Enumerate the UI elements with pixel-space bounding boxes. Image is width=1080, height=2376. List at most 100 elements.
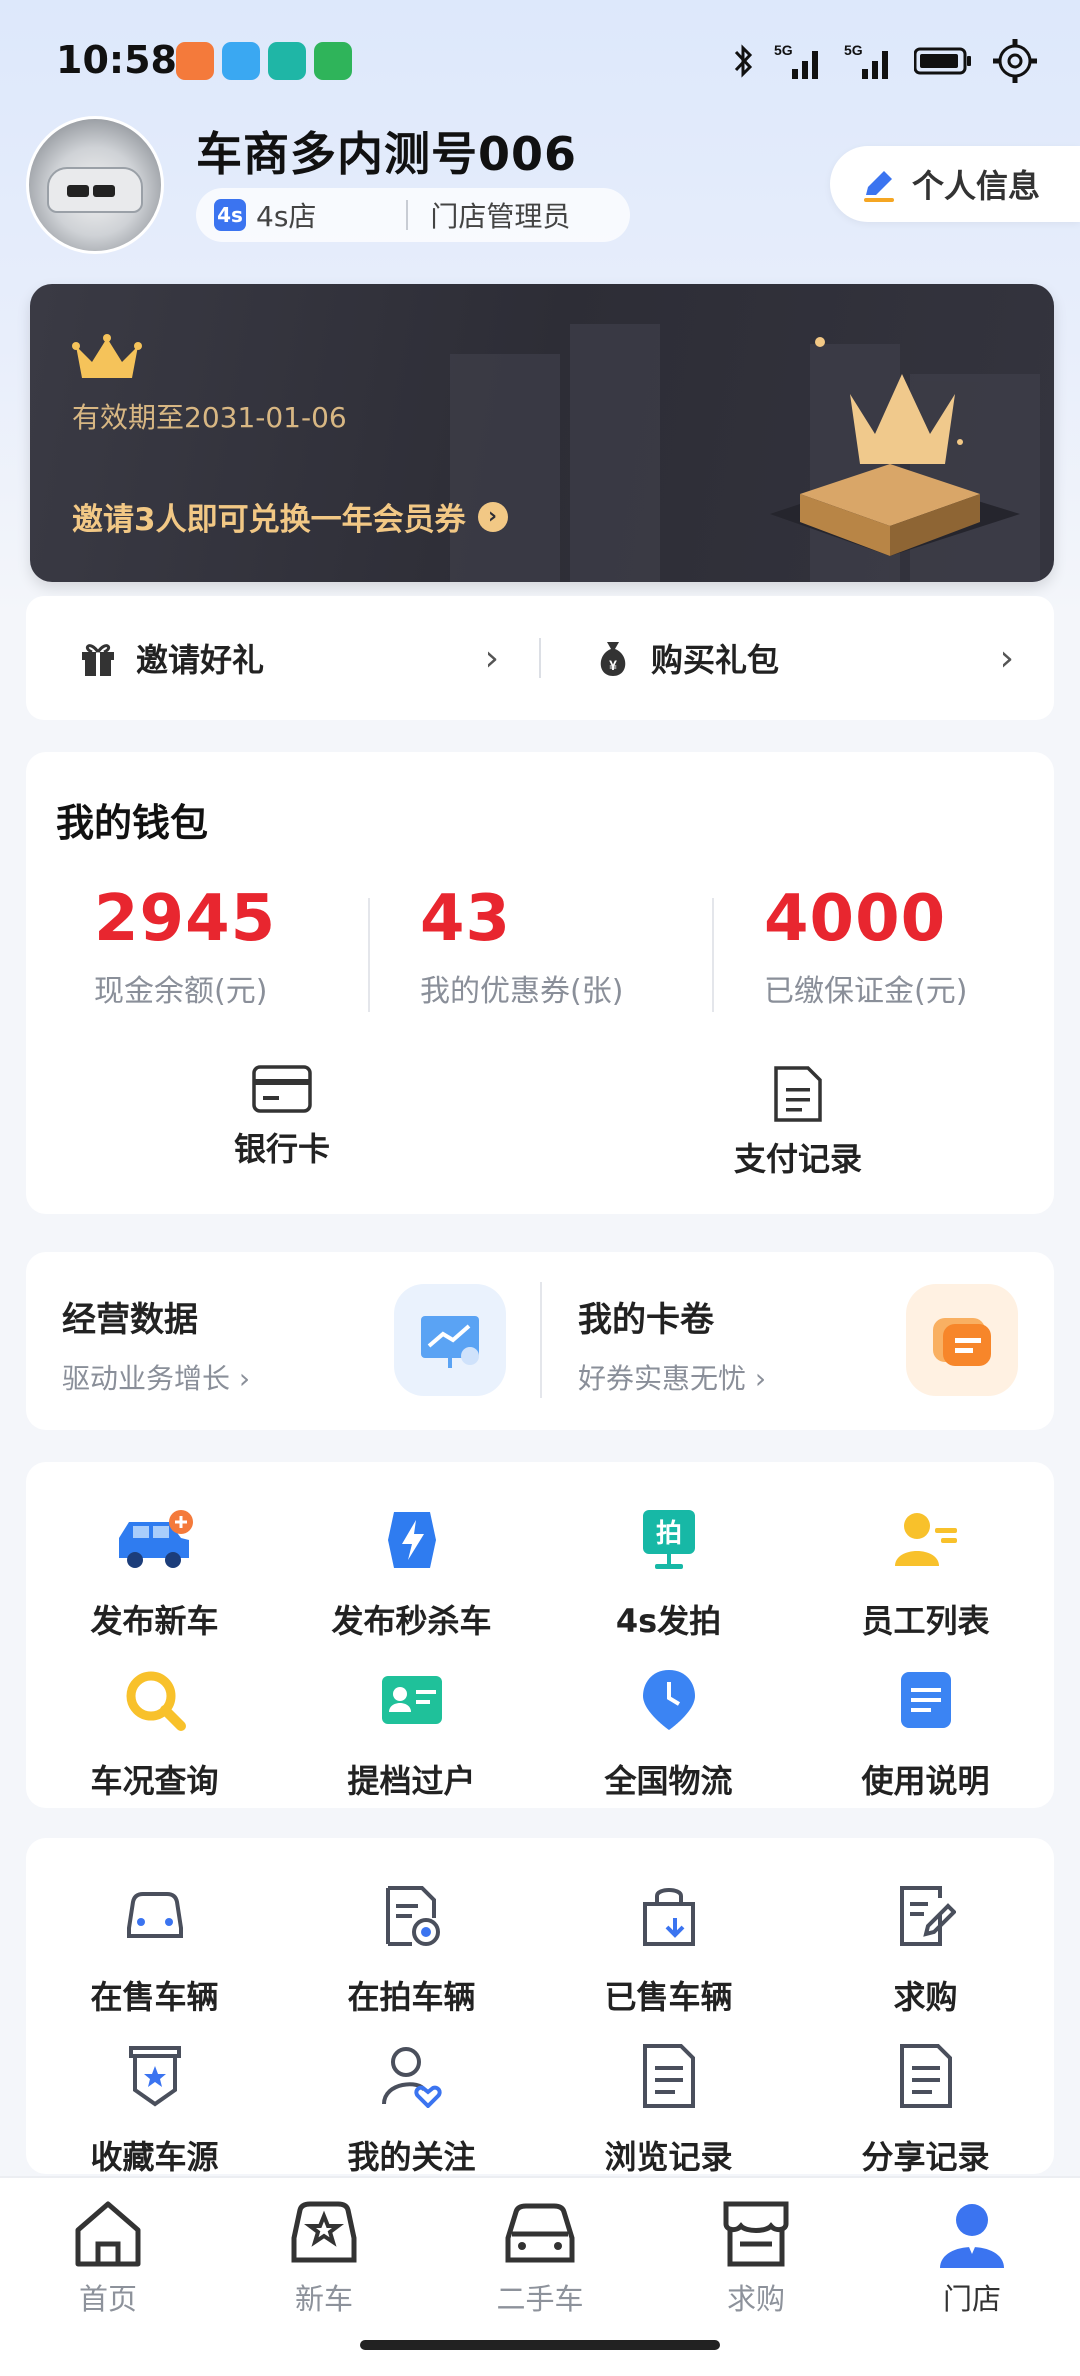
favorite-sources-label: 收藏车源 xyxy=(90,2138,219,2176)
my-coupons-entry[interactable]: 我的卡卷 好券实惠无忧 › xyxy=(578,1292,766,1397)
auction-doc-icon xyxy=(370,1874,454,1958)
chevron-right-icon: › xyxy=(477,501,508,532)
car-front-icon xyxy=(113,1874,197,1958)
settings-gear-icon[interactable] xyxy=(990,36,1040,86)
national-logistics-button[interactable]: 全国物流 xyxy=(540,1658,797,1802)
tab-used-car[interactable]: 二手车 xyxy=(432,2198,648,2318)
staff-list-label: 员工列表 xyxy=(861,1602,990,1640)
svg-text:5G: 5G xyxy=(774,42,793,58)
tab-purchase[interactable]: 求购 xyxy=(648,2198,864,2318)
svg-text:¥: ¥ xyxy=(609,657,617,673)
avatar[interactable] xyxy=(26,116,164,254)
payment-records-label: 支付记录 xyxy=(733,1140,862,1178)
my-coupons-title: 我的卡卷 xyxy=(578,1300,714,1340)
bank-card-icon xyxy=(252,1065,312,1113)
divider xyxy=(540,1282,542,1398)
app-notification-icon xyxy=(222,42,260,80)
publish-new-car-button[interactable]: 发布新车 xyxy=(26,1498,283,1642)
staff-list-button[interactable]: 员工列表 xyxy=(797,1498,1054,1642)
sold-vehicles-button[interactable]: 已售车辆 xyxy=(540,1874,797,2018)
user-role: 门店管理员 xyxy=(430,200,571,233)
my-following-button[interactable]: 我的关注 xyxy=(283,2034,540,2178)
tab-purchase-label: 求购 xyxy=(726,2282,785,2316)
buy-package-entry[interactable]: ¥ 购买礼包 › xyxy=(541,635,1054,681)
svg-text:5G: 5G xyxy=(844,42,863,58)
tab-store-label: 门店 xyxy=(942,2282,1001,2316)
cash-balance-stat[interactable]: 2945 现金余额(元) xyxy=(94,882,414,1010)
tab-home[interactable]: 首页 xyxy=(0,2198,216,2318)
deposit-stat[interactable]: 4000 已缴保证金(元) xyxy=(764,882,1080,1010)
tab-store[interactable]: 门店 xyxy=(864,2198,1080,2318)
coupon-card-icon[interactable] xyxy=(906,1284,1018,1396)
magnifier-icon xyxy=(113,1658,197,1742)
star-badge-icon xyxy=(113,2034,197,2118)
divider xyxy=(406,200,409,230)
vip-invite-link[interactable]: 邀请3人即可兑换一年会员券 › xyxy=(72,494,508,539)
purchase-request-button[interactable]: 求购 xyxy=(797,1874,1054,2018)
auction-vehicles-button[interactable]: 在拍车辆 xyxy=(283,1874,540,2018)
app-notification-icon xyxy=(314,42,352,80)
records-card: 在售车辆 在拍车辆 已售车辆 求购 收藏车源 我的关注 浏览记录 分享记录 xyxy=(26,1838,1054,2176)
payment-records-button[interactable]: 支付记录 xyxy=(698,1064,898,1180)
favorite-sources-button[interactable]: 收藏车源 xyxy=(26,2034,283,2178)
browse-history-button[interactable]: 浏览记录 xyxy=(540,2034,797,2178)
personal-info-label: 个人信息 xyxy=(912,167,1041,205)
signal-5g-icon: 5G xyxy=(774,42,818,79)
4s-auction-button[interactable]: 拍 4s发拍 xyxy=(540,1498,797,1642)
user-guide-button[interactable]: 使用说明 xyxy=(797,1658,1054,1802)
divider xyxy=(368,898,370,1012)
tab-home-label: 首页 xyxy=(78,2282,137,2316)
share-history-label: 分享记录 xyxy=(861,2138,990,2176)
user-icon xyxy=(940,2204,1004,2268)
status-time: 10:58 xyxy=(56,38,177,82)
my-coupons-subtitle: 好券实惠无忧 › xyxy=(578,1362,767,1395)
vehicle-condition-label: 车况查询 xyxy=(90,1762,219,1800)
publish-flash-sale-car-label: 发布秒杀车 xyxy=(331,1602,492,1640)
coupon-count-label: 我的优惠券(张) xyxy=(420,974,624,1009)
cash-balance-value: 2945 xyxy=(94,882,277,956)
tab-new-car[interactable]: 新车 xyxy=(216,2198,432,2318)
status-icons: 5G 5G xyxy=(732,36,1040,86)
tools-card: 发布新车 发布秒杀车 拍 4s发拍 员工列表 车况查询 提档过户 全国物流 使用… xyxy=(26,1462,1054,1808)
car-grill xyxy=(93,185,115,197)
vip-membership-card[interactable]: 有效期至2031-01-06 邀请3人即可兑换一年会员券 › xyxy=(30,284,1054,582)
store-icon xyxy=(723,2201,789,2267)
tab-new-car-label: 新车 xyxy=(294,2282,353,2316)
gift-row: 邀请好礼 › ¥ 购买礼包 › xyxy=(26,596,1054,720)
bank-card-label: 银行卡 xyxy=(233,1130,330,1168)
file-transfer-button[interactable]: 提档过户 xyxy=(283,1658,540,1802)
on-sale-vehicles-button[interactable]: 在售车辆 xyxy=(26,1874,283,2018)
tab-used-car-label: 二手车 xyxy=(496,2282,584,2316)
personal-info-button[interactable]: 个人信息 xyxy=(830,146,1080,222)
list-doc-icon xyxy=(884,2034,968,2118)
edit-pencil-icon xyxy=(864,171,894,202)
cash-balance-label: 现金余额(元) xyxy=(94,974,268,1009)
coupon-count-value: 43 xyxy=(420,882,512,956)
notification-app-icons xyxy=(176,42,352,80)
edit-doc-icon xyxy=(884,1874,968,1958)
business-data-subtitle: 驱动业务增长 › xyxy=(62,1362,251,1395)
vip-invite-text: 邀请3人即可兑换一年会员券 xyxy=(72,502,466,538)
user-heart-icon xyxy=(370,2034,454,2118)
location-pin-icon xyxy=(627,1658,711,1742)
invite-gift-entry[interactable]: 邀请好礼 › xyxy=(26,635,539,681)
chevron-right-icon: › xyxy=(999,637,1014,679)
gift-icon xyxy=(82,644,114,676)
business-data-entry[interactable]: 经营数据 驱动业务增长 › xyxy=(62,1292,250,1397)
role-pill: 4s 4s店 门店管理员 xyxy=(196,188,630,242)
battery-icon xyxy=(914,47,971,75)
new-car-icon xyxy=(291,2201,357,2263)
home-indicator xyxy=(360,2340,720,2350)
sold-vehicles-label: 已售车辆 xyxy=(604,1978,733,2016)
payment-record-icon xyxy=(774,1066,822,1122)
coupon-count-stat[interactable]: 43 我的优惠券(张) xyxy=(420,882,740,1010)
publish-flash-sale-car-button[interactable]: 发布秒杀车 xyxy=(283,1498,540,1642)
share-history-button[interactable]: 分享记录 xyxy=(797,2034,1054,2178)
bank-card-button[interactable]: 银行卡 xyxy=(182,1064,382,1170)
auction-vehicles-label: 在拍车辆 xyxy=(347,1978,476,2016)
vehicle-condition-button[interactable]: 车况查询 xyxy=(26,1658,283,1802)
bluetooth-icon xyxy=(734,44,753,78)
store-type-badge: 4s xyxy=(214,199,246,231)
business-chart-icon[interactable] xyxy=(394,1284,506,1396)
store-type: 4s店 xyxy=(256,200,317,233)
